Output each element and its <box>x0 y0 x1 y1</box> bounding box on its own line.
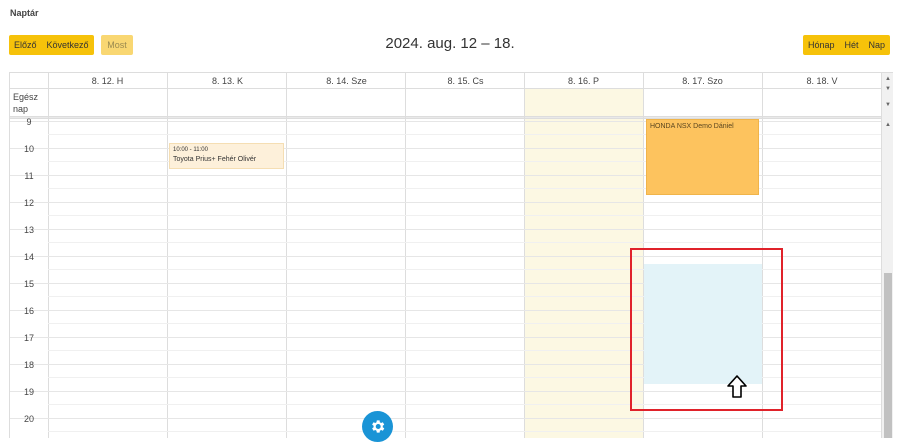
hour-label: 10 <box>23 144 34 154</box>
hour-label: 18 <box>23 360 34 370</box>
week-view-button[interactable]: Hét <box>839 35 864 55</box>
event-title: HONDA NSX Demo Dániel <box>650 123 734 130</box>
hour-label: 16 <box>23 306 34 316</box>
half-hour-line <box>48 242 882 243</box>
scroll-down-icon[interactable]: ▼ <box>882 86 893 92</box>
calendar-event[interactable]: HONDA NSX Demo Dániel <box>646 119 759 195</box>
page-title: Naptár <box>10 8 39 18</box>
hour-label: 14 <box>23 252 34 262</box>
half-hour-line <box>48 215 882 216</box>
scroll-down-icon[interactable]: ▼ <box>882 102 893 108</box>
hour-line <box>10 418 882 419</box>
range-title: 2024. aug. 12 – 18. <box>385 35 515 52</box>
month-view-button[interactable]: Hónap <box>803 35 840 55</box>
hour-label: 11 <box>24 171 34 181</box>
today-column <box>524 89 643 438</box>
event-time: 10:00 - 11:00 <box>173 147 208 153</box>
day-header[interactable]: 8. 16. P <box>524 73 643 89</box>
hour-label: 17 <box>23 333 34 343</box>
hour-label: 9 <box>26 117 32 127</box>
arrow-up-cursor-icon <box>727 375 747 398</box>
day-header[interactable]: 8. 17. Szo <box>643 73 762 89</box>
hour-label: 13 <box>23 225 34 235</box>
scrollbar[interactable]: ▲ ▼ ▼ ▲ <box>881 73 893 438</box>
hour-line <box>10 229 882 230</box>
day-header[interactable]: 8. 15. Cs <box>406 73 525 89</box>
gear-icon <box>372 420 385 433</box>
event-title: Toyota Prius+ Fehér Olivér <box>173 156 257 163</box>
hour-label: 19 <box>23 387 34 397</box>
day-header[interactable]: 8. 12. H <box>48 73 167 89</box>
hour-line <box>10 202 882 203</box>
highlight-box <box>630 248 783 411</box>
hour-label: 20 <box>23 414 34 424</box>
day-header[interactable]: 8. 18. V <box>762 73 882 89</box>
all-day-label: Egész nap <box>13 92 39 114</box>
half-hour-line <box>48 431 882 432</box>
view-button-group: Hónap Hét Nap <box>803 35 891 55</box>
scrollbar-thumb[interactable] <box>884 273 892 438</box>
day-view-button[interactable]: Nap <box>863 35 891 55</box>
scroll-up-icon[interactable]: ▲ <box>882 76 893 82</box>
header-corner <box>10 73 48 89</box>
scroll-up-icon[interactable]: ▲ <box>882 122 893 128</box>
settings-button[interactable] <box>362 411 393 442</box>
hour-label: 15 <box>23 279 34 289</box>
calendar-event[interactable]: 10:00 - 11:00 Toyota Prius+ Fehér Olivér <box>169 143 284 169</box>
hour-label: 12 <box>23 198 34 208</box>
day-header[interactable]: 8. 14. Sze <box>287 73 406 89</box>
day-header[interactable]: 8. 13. K <box>168 73 287 89</box>
